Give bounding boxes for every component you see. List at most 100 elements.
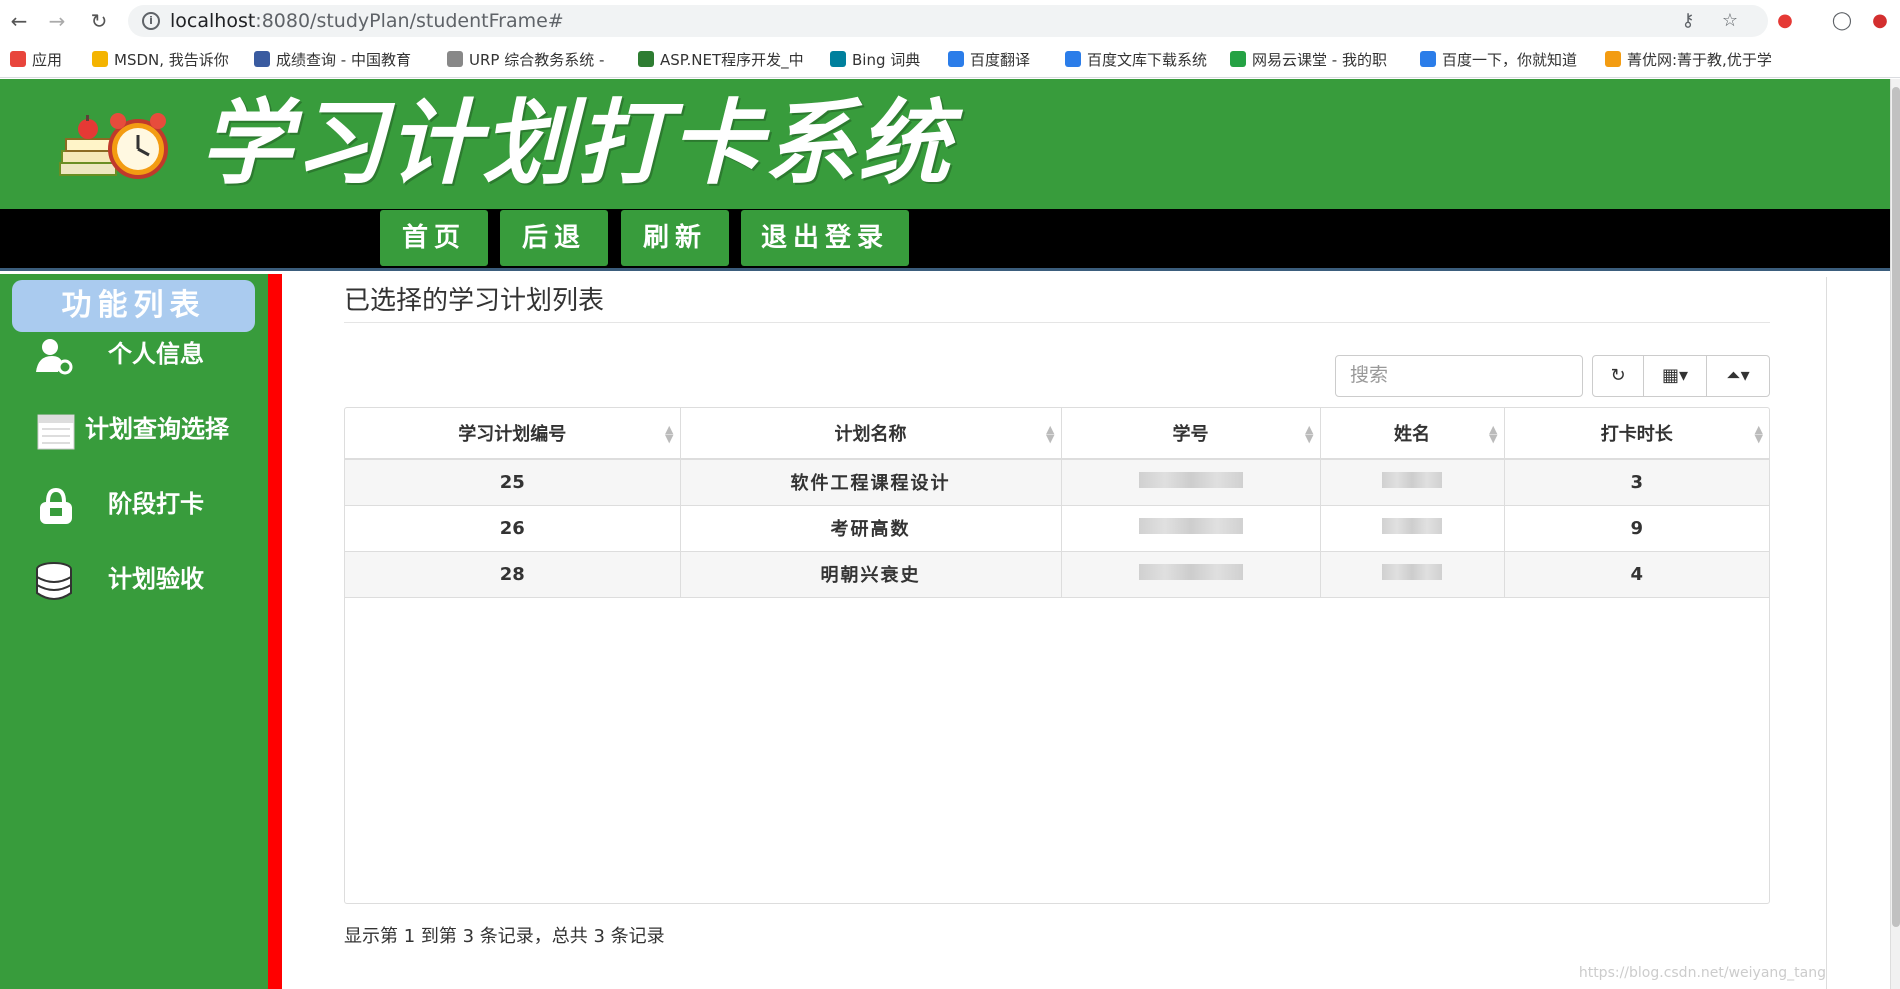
column-header-label: 学号 — [1172, 424, 1209, 445]
user-gear-icon — [36, 339, 73, 375]
sort-icon: ▲ ▼ — [1305, 423, 1314, 445]
cell-hours: 4 — [1504, 551, 1769, 598]
page-title: 已选择的学习计划列表 — [344, 286, 605, 316]
cell-student-id-redacted — [1061, 459, 1321, 506]
bookmark-item[interactable]: MSDN, 我告诉你 — [92, 50, 229, 70]
column-header-plan-id[interactable]: 学习计划编号 ▲ ▼ — [345, 408, 681, 460]
bookmark-label: MSDN, 我告诉你 — [114, 51, 229, 69]
bookmark-item[interactable]: 菁优网:菁于教,优于学 — [1605, 50, 1772, 70]
sidebar-item-label: 计划查询选择 — [85, 415, 229, 443]
database-icon — [36, 562, 72, 600]
bookmark-icon — [1065, 51, 1081, 67]
bookmark-item[interactable]: 应用 — [10, 50, 62, 70]
sidebar-item-checkin[interactable]: 阶段打卡 — [0, 474, 268, 534]
watermark: https://blog.csdn.net/weiyang_tang — [1578, 965, 1826, 981]
column-header-label: 学习计划编号 — [458, 424, 567, 445]
redacted-block — [1382, 563, 1442, 580]
bookmark-item[interactable]: 百度翻译 — [948, 50, 1030, 70]
bookmark-item[interactable]: ASP.NET程序开发_中 — [638, 50, 804, 70]
bookmark-icon — [1605, 51, 1621, 67]
cell-name-redacted — [1320, 505, 1505, 552]
header: 学习计划打卡系统 — [0, 79, 1890, 209]
main-panel: 已选择的学习计划列表 ↻ ▦▾ ⏶▾ 学习计划编号 ▲▼ 计划名称 ▲▼ 学号 ▲▼ … — [282, 277, 1827, 989]
bookmark-label: 百度翻译 — [970, 51, 1031, 69]
bookmark-icon — [92, 51, 108, 67]
bookmark-item[interactable]: 成绩查询 - 中国教育 — [254, 50, 411, 70]
sidebar: 功能列表 个人信息 计划查询选择 阶段打卡 计划验收 — [0, 274, 268, 989]
pagination-info: 显示第 1 到第 3 条记录，总共 3 条记录 — [344, 926, 665, 947]
account-icon[interactable]: ◯ — [1830, 9, 1854, 33]
cell-hours: 3 — [1504, 459, 1769, 506]
star-icon[interactable]: ☆ — [1718, 9, 1742, 33]
bookmark-label: Bing 词典 — [852, 51, 921, 69]
sort-icon: ▲ ▼ — [1046, 423, 1055, 445]
bookmark-icon — [830, 51, 846, 67]
nav-logout-button[interactable]: 退出登录 — [741, 210, 909, 266]
column-header-plan-name[interactable]: 计划名称 ▲ ▼ — [680, 408, 1062, 460]
column-header-label: 打卡时长 — [1600, 424, 1673, 445]
column-header-hours[interactable]: 打卡时长 ▲ ▼ — [1504, 408, 1769, 460]
sidebar-item-profile[interactable]: 个人信息 — [0, 324, 268, 384]
top-nav-bar — [0, 209, 1890, 271]
column-header-label: 计划名称 — [834, 424, 907, 445]
cell-student-id-redacted — [1061, 551, 1321, 598]
scrollbar-thumb[interactable] — [1892, 87, 1900, 927]
sort-icon: ▲ ▼ — [665, 423, 674, 445]
table-row[interactable]: 26 考研高数 9 — [345, 505, 1769, 552]
reload-icon[interactable]: ↻ — [86, 8, 112, 34]
site-info-icon[interactable]: i — [142, 12, 160, 30]
sidebar-item-acceptance[interactable]: 计划验收 — [0, 549, 268, 609]
page-scrollbar[interactable] — [1890, 79, 1900, 989]
nav-home-button[interactable]: 首页 — [380, 210, 488, 266]
nav-refresh-button[interactable]: 刷新 — [621, 210, 729, 266]
table-row[interactable]: 25 软件工程课程设计 3 — [345, 459, 1769, 506]
refresh-icon: ↻ — [1610, 365, 1626, 386]
browser-toolbar: ← → ↻ i localhost:8080/studyPlan/student… — [0, 0, 1900, 42]
bookmark-label: 网易云课堂 - 我的职 — [1252, 51, 1387, 69]
cell-student-id-redacted — [1061, 505, 1321, 552]
update-icon[interactable]: ● — [1868, 9, 1892, 33]
column-header-label: 姓名 — [1394, 424, 1430, 445]
sidebar-item-label: 阶段打卡 — [108, 490, 204, 518]
export-button[interactable]: ⏶▾ — [1706, 355, 1770, 397]
sidebar-item-label: 计划验收 — [108, 565, 204, 593]
plan-table: 学习计划编号 ▲ ▼ 计划名称 ▲ ▼ 学号 ▲ ▼ 姓名 ▲ ▼ 打卡时长 ▲ ▼ 25 软件工程… — [344, 407, 1770, 904]
cell-name-redacted — [1320, 459, 1505, 506]
export-icon: ⏶▾ — [1726, 365, 1750, 386]
title-divider — [344, 322, 1770, 323]
back-icon[interactable]: ← — [6, 8, 32, 34]
bookmark-icon — [10, 51, 26, 67]
column-header-name[interactable]: 姓名 ▲ ▼ — [1320, 408, 1505, 460]
bookmarks-bar: 应用 MSDN, 我告诉你 成绩查询 - 中国教育 URP 综合教务系统 - ASP.N… — [0, 42, 1900, 78]
bookmark-item[interactable]: 百度文库下载系统 — [1065, 50, 1207, 70]
redacted-block — [1382, 517, 1442, 534]
forward-icon[interactable]: → — [44, 8, 70, 34]
sort-icon: ▲ ▼ — [1754, 423, 1763, 445]
sidebar-item-plan-search[interactable]: 计划查询选择 — [0, 399, 268, 459]
bookmark-label: 百度一下，你就知道 — [1442, 51, 1578, 69]
column-header-student-id[interactable]: 学号 ▲ ▼ — [1061, 408, 1321, 460]
bookmark-item[interactable]: 网易云课堂 - 我的职 — [1230, 50, 1387, 70]
bookmark-item[interactable]: Bing 词典 — [830, 50, 920, 70]
extension-icon[interactable]: ● — [1773, 9, 1797, 33]
logo-icon — [59, 113, 168, 179]
sort-icon: ▲ ▼ — [1489, 423, 1498, 445]
cell-plan-id: 28 — [345, 551, 681, 598]
bookmark-label: 应用 — [32, 51, 63, 69]
bookmark-label: 百度文库下载系统 — [1087, 51, 1208, 69]
address-bar[interactable]: i localhost:8080/studyPlan/studentFrame#… — [128, 5, 1768, 37]
calendar-icon — [37, 414, 75, 450]
url-text[interactable]: localhost:8080/studyPlan/studentFrame# — [170, 9, 564, 33]
bookmark-item[interactable]: 百度一下，你就知道 — [1420, 50, 1577, 70]
redacted-block — [1138, 563, 1243, 580]
key-icon[interactable]: ⚷ — [1676, 9, 1700, 33]
url-path: :8080/studyPlan/studentFrame# — [255, 10, 564, 32]
refresh-table-button[interactable]: ↻ — [1592, 355, 1644, 397]
table-row[interactable]: 28 明朝兴衰史 4 — [345, 551, 1769, 598]
cell-hours: 9 — [1504, 505, 1769, 552]
site-title: 学习计划打卡系统 — [200, 90, 953, 197]
nav-back-button[interactable]: 后退 — [500, 210, 608, 266]
columns-toggle-button[interactable]: ▦▾ — [1643, 355, 1707, 397]
bookmark-item[interactable]: URP 综合教务系统 - — [447, 50, 604, 70]
search-input[interactable] — [1335, 355, 1583, 397]
